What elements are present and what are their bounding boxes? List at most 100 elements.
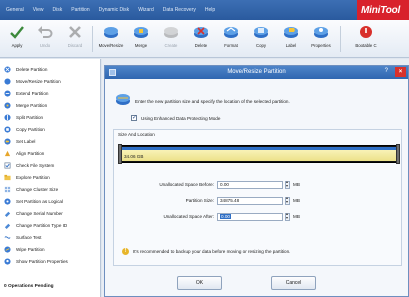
- toolbar-divider: [340, 26, 341, 52]
- enhanced-mode-label: Using Enhanced Data Protecting Mode: [141, 115, 221, 121]
- delete-label: Delete: [194, 43, 208, 48]
- discard-label: Discard: [67, 43, 83, 48]
- undo-label: Undo: [39, 43, 51, 48]
- apply-icon: [10, 26, 24, 39]
- create-button[interactable]: Create: [156, 24, 186, 56]
- sidebar-item-merge-partition[interactable]: Merge Partition: [4, 100, 100, 110]
- menu-disk[interactable]: Disk: [53, 7, 63, 13]
- unallocated-after-label: Unallocated Space After:: [163, 214, 214, 219]
- sidebar-item-label: Explore Partition: [16, 174, 50, 180]
- partition-map[interactable]: 34.06 GB: [118, 144, 400, 164]
- unallocated-before-unit: MB: [293, 182, 300, 187]
- sidebar-item-label: Wipe Partition: [16, 246, 45, 252]
- move-resize-label: Move/Resize: [98, 43, 124, 48]
- unallocated-after-input[interactable]: 0.00: [217, 212, 283, 221]
- label-icon: [4, 137, 11, 145]
- dialog-instructions: Enter the new partition size and specify…: [135, 99, 290, 104]
- dialog-title-bar[interactable]: Move/Resize Partition: [105, 66, 408, 79]
- menu-view[interactable]: View: [33, 7, 44, 13]
- sidebar-item-label: Change Partition Type ID: [16, 222, 68, 228]
- partition-size-unit: MB: [293, 198, 300, 203]
- split-icon: [4, 113, 11, 121]
- left-resize-handle[interactable]: [118, 144, 122, 164]
- sidebar-item-label: Set Partition as Logical: [16, 198, 63, 204]
- menu-help[interactable]: Help: [205, 7, 215, 13]
- unallocated-after-spinner[interactable]: [285, 211, 290, 221]
- sidebar-item-change-serial-number[interactable]: Change Serial Number: [4, 208, 100, 218]
- apply-label: Apply: [11, 43, 23, 48]
- partition-size-input[interactable]: 34875.48: [217, 196, 283, 205]
- discard-button[interactable]: Discard: [60, 24, 90, 56]
- apply-button[interactable]: Apply: [2, 24, 32, 56]
- type-id-icon: [4, 223, 11, 229]
- merge-button[interactable]: Merge: [126, 24, 156, 56]
- sidebar-item-align-partition[interactable]: Align Partition: [4, 148, 100, 158]
- sidebar-item-wipe-partition[interactable]: Wipe Partition: [4, 244, 100, 254]
- explore-icon: [4, 174, 11, 180]
- menu-wizard[interactable]: Wizard: [138, 7, 154, 13]
- copy-button[interactable]: Copy: [246, 24, 276, 56]
- backup-note: ! It's recommended to backup your data b…: [122, 248, 290, 255]
- unallocated-after-unit: MB: [293, 214, 300, 219]
- menu-partition[interactable]: Partition: [71, 7, 89, 13]
- sidebar-item-extend-partition[interactable]: Extend Partition: [4, 88, 100, 98]
- group-title: Size And Location: [118, 132, 155, 137]
- format-button[interactable]: Format: [216, 24, 246, 56]
- sidebar-item-set-partition-as-logical[interactable]: Set Partition as Logical: [4, 196, 100, 206]
- properties-icon: [4, 257, 11, 265]
- right-resize-handle[interactable]: [396, 144, 400, 164]
- enhanced-mode-checkbox[interactable]: [131, 114, 137, 121]
- sidebar-item-check-file-system[interactable]: Check File System: [4, 160, 100, 170]
- operations-pending: 0 Operations Pending: [4, 284, 54, 289]
- ok-button[interactable]: OK: [177, 276, 222, 290]
- partition-size-row: Partition Size: 34875.48 MB: [114, 195, 403, 205]
- sidebar-item-label: Show Partition Properties: [16, 258, 68, 264]
- sidebar-item-surface-test[interactable]: Surface Test: [4, 232, 100, 242]
- sidebar-item-explore-partition[interactable]: Explore Partition: [4, 172, 100, 182]
- sidebar-item-copy-partition[interactable]: Copy Partition: [4, 124, 100, 134]
- unallocated-after-row: Unallocated Space After: 0.00 MB: [114, 211, 403, 221]
- unallocated-before-spinner[interactable]: [285, 179, 290, 189]
- merge-label: Merge: [134, 43, 148, 48]
- partition-size-spinner[interactable]: [285, 195, 290, 205]
- sidebar-item-move-resize-partition[interactable]: Move/Resize Partition: [4, 76, 100, 86]
- create-label: Create: [164, 43, 178, 48]
- cancel-button[interactable]: Cancel: [271, 276, 316, 290]
- undo-button[interactable]: Undo: [30, 24, 60, 56]
- properties-button[interactable]: Properties: [306, 24, 336, 56]
- sidebar-item-label: Change Cluster Size: [16, 186, 59, 192]
- sidebar-item-change-partition-type-id[interactable]: Change Partition Type ID: [4, 220, 100, 230]
- sidebar-item-label: Copy Partition: [16, 126, 45, 132]
- menu-general[interactable]: General: [6, 7, 24, 13]
- unallocated-before-label: Unallocated Space Before:: [159, 182, 214, 187]
- sidebar-item-split-partition[interactable]: Split Partition: [4, 112, 100, 122]
- move-resize-button[interactable]: Move/Resize: [96, 24, 126, 56]
- copy-icon: [4, 125, 11, 133]
- extend-icon: [4, 89, 11, 97]
- label-button[interactable]: Label: [276, 24, 306, 56]
- move-resize-dialog: Move/Resize Partition ? × Enter the new …: [104, 65, 409, 297]
- sidebar-item-change-cluster-size[interactable]: Change Cluster Size: [4, 184, 100, 194]
- partition-disk-icon: [116, 94, 130, 105]
- operations-sidebar: Delete Partition Move/Resize Partition E…: [0, 59, 101, 297]
- sidebar-item-set-label[interactable]: Set Label: [4, 136, 100, 146]
- discard-icon: [69, 26, 81, 38]
- menu-dynamic-disk[interactable]: Dynamic Disk: [99, 7, 130, 13]
- sidebar-item-label: Align Partition: [16, 150, 45, 156]
- sidebar-item-show-partition-properties[interactable]: Show Partition Properties: [4, 256, 100, 266]
- logical-icon: [4, 197, 11, 205]
- align-icon: [4, 150, 11, 156]
- check-icon: [4, 162, 11, 168]
- surface-icon: [4, 235, 11, 239]
- menu-bar: General View Disk Partition Dynamic Disk…: [0, 0, 409, 20]
- unallocated-before-input[interactable]: 0.00: [217, 180, 283, 189]
- delete-button[interactable]: Delete: [186, 24, 216, 56]
- menu-data-recovery[interactable]: Data Recovery: [163, 7, 196, 13]
- help-button[interactable]: ?: [385, 68, 388, 74]
- close-button[interactable]: ×: [395, 67, 406, 77]
- sidebar-item-delete-partition[interactable]: Delete Partition: [4, 64, 100, 74]
- unallocated-after-value: 0.00: [220, 213, 231, 219]
- bootable-button[interactable]: Bootable C: [348, 24, 384, 56]
- partition-size-label: Partition Size:: [185, 198, 214, 203]
- enhanced-mode-row: Using Enhanced Data Protecting Mode: [131, 114, 221, 121]
